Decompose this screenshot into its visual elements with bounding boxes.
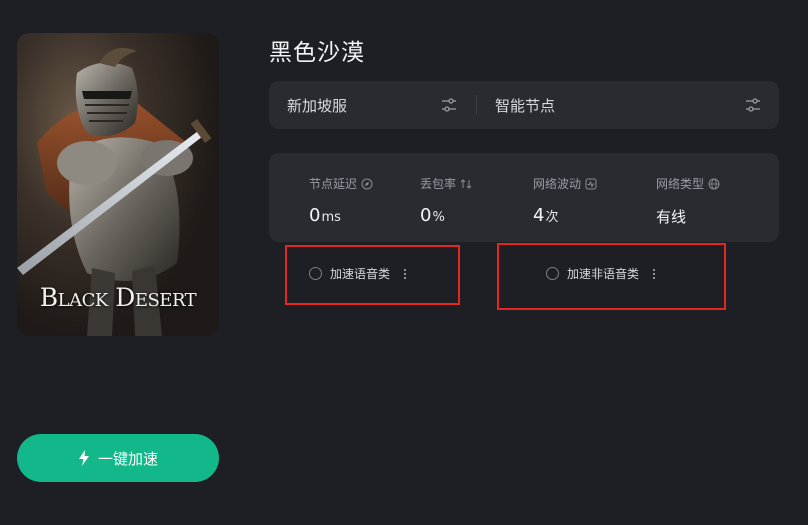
node-select-label: 智能节点 [495, 96, 556, 115]
server-select[interactable]: 新加坡服 [287, 81, 459, 129]
option-nonvoice[interactable]: 加速非语音类 [546, 265, 661, 282]
option-label: 加速语音类 [330, 267, 391, 281]
globe-icon [708, 178, 720, 189]
radio-button[interactable] [309, 267, 322, 280]
option-label: 加速非语音类 [567, 267, 640, 281]
app-root: Black Desert 一键加速 黑色沙漠 新加坡服 智能节点 节点延迟 0m… [0, 0, 808, 525]
pulse-icon [585, 178, 597, 189]
selector-divider [476, 95, 477, 115]
compass-icon [361, 178, 373, 189]
stat-value: 0 [420, 205, 432, 226]
network-stats-panel: 节点延迟 0ms 丢包率 0% 网络波动 4次 网络类型 有线 [269, 153, 779, 242]
option-voice[interactable]: 加速语音类 [309, 265, 412, 282]
arrows-updown-icon [460, 178, 472, 189]
stat-unit: ms [321, 210, 341, 225]
stat-value: 0 [309, 205, 321, 226]
stat-label: 网络类型 [656, 177, 705, 191]
one-click-boost-button[interactable]: 一键加速 [17, 434, 219, 482]
stat-label: 丢包率 [420, 177, 457, 191]
stat-label: 网络波动 [533, 177, 582, 191]
boost-button-label: 一键加速 [97, 449, 158, 468]
stat-network-type: 网络类型 有线 [656, 175, 720, 227]
sliders-icon[interactable] [745, 97, 761, 113]
game-logo-text: Black Desert [39, 283, 197, 312]
lightning-bolt-icon [78, 450, 89, 466]
more-vertical-icon[interactable] [398, 268, 412, 279]
server-select-label: 新加坡服 [287, 96, 348, 115]
stat-value: 4 [533, 205, 545, 226]
radio-button[interactable] [546, 267, 559, 280]
stat-latency: 节点延迟 0ms [309, 175, 373, 226]
game-title: 黑色沙漠 [269, 40, 365, 66]
more-vertical-icon[interactable] [647, 268, 661, 279]
option-nonvoice-highlight: 加速非语音类 [497, 243, 726, 310]
node-select[interactable]: 智能节点 [495, 81, 763, 129]
stat-unit: % [432, 210, 445, 225]
stat-value: 有线 [656, 208, 687, 226]
sliders-icon[interactable] [441, 97, 457, 113]
stat-jitter: 网络波动 4次 [533, 175, 597, 226]
game-cover-image[interactable]: Black Desert [17, 33, 219, 336]
stat-label: 节点延迟 [309, 177, 358, 191]
stat-packet-loss: 丢包率 0% [420, 175, 472, 226]
option-voice-highlight: 加速语音类 [285, 245, 460, 305]
stat-unit: 次 [545, 210, 559, 225]
server-node-selector: 新加坡服 智能节点 [269, 81, 779, 129]
